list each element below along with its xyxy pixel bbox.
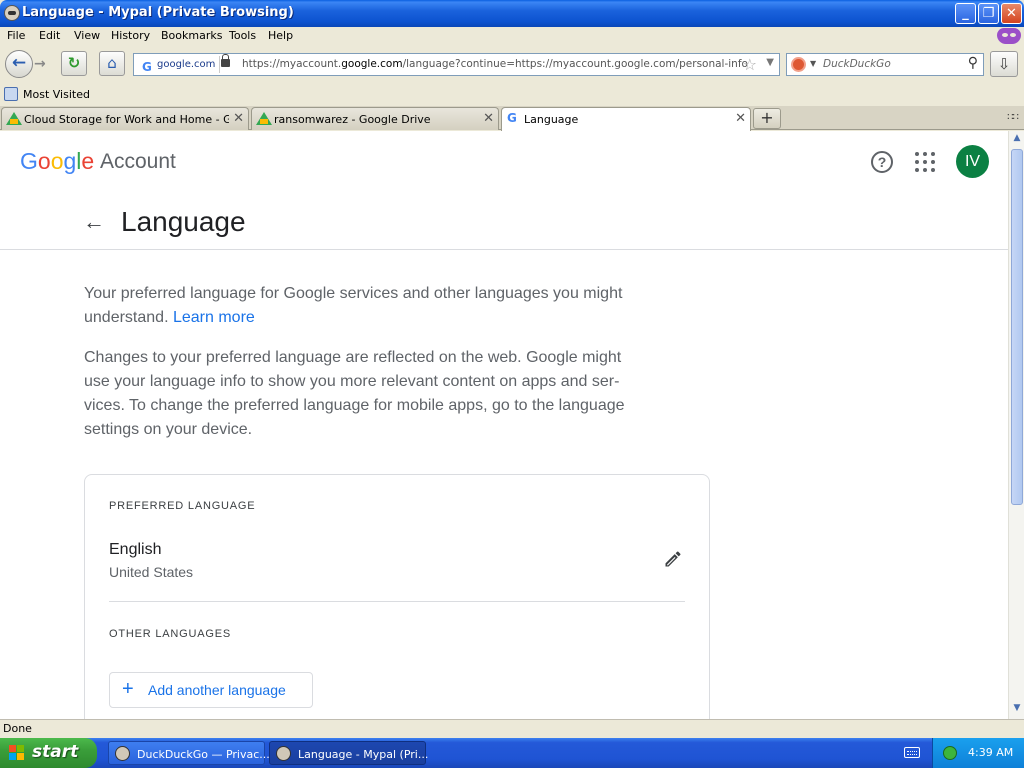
close-button[interactable]: ✕ [1001,3,1022,24]
edit-pencil-icon[interactable] [663,549,683,569]
mypal-app-icon [115,746,130,761]
search-placeholder: DuckDuckGo [823,58,891,70]
address-bar[interactable]: G google.com https://myaccount.google.co… [133,53,780,76]
language-card: PREFERRED LANGUAGE English United States… [84,474,710,719]
intro-paragraph: Your preferred language for Google servi… [84,285,623,326]
page-title: Language [121,206,246,237]
back-arrow-icon[interactable]: ← [83,209,105,235]
keyboard-icon[interactable] [904,747,920,758]
scroll-down-arrow-icon[interactable]: ▼ [1011,703,1023,715]
tab-cloud-storage[interactable]: Cloud Storage for Work and Home - Goo...… [1,107,249,130]
taskbar-item-language[interactable]: Language - Mypal (Pri... [269,741,428,765]
site-identity-label: google.com [157,59,216,70]
tab-label: Cloud Storage for Work and Home - Goo... [24,113,229,126]
info-paragraph: Changes to your preferred language are r… [84,349,625,438]
vertical-scrollbar[interactable]: ▲ ▼ [1008,131,1024,719]
account-wordmark: Account [100,150,176,173]
duckduckgo-engine-icon[interactable] [791,57,806,72]
most-visited-icon [4,87,18,101]
bookmarks-toolbar: Most Visited [0,85,1024,105]
search-bar[interactable]: ▼ DuckDuckGo ⚲ [786,53,984,76]
tab-list-icon[interactable]: ∷∷ [1007,112,1019,123]
preferred-language-name: English [109,541,162,558]
avatar[interactable]: IV [956,145,989,178]
menu-file[interactable]: File [7,29,25,42]
bookmark-star-icon[interactable]: ☆ [743,55,757,74]
card-divider [109,601,685,602]
preferred-language-region: United States [109,564,194,580]
other-languages-heading: OTHER LANGUAGES [109,628,232,640]
site-identity-button[interactable]: G google.com [137,56,221,74]
menu-bookmarks[interactable]: Bookmarks [161,29,222,42]
page-content: Google Account ? IV ← Language Your pref… [0,131,1008,719]
maximize-button[interactable]: ❐ [978,3,999,24]
navigation-toolbar: ← → ↻ ⌂ G google.com https://myaccount.g… [0,46,1024,82]
menu-edit[interactable]: Edit [39,29,60,42]
tab-language[interactable]: G Language ✕ [501,107,751,131]
menu-help[interactable]: Help [268,29,293,42]
menu-bar: File Edit View History Bookmarks Tools H… [0,27,1024,46]
windows-flag-icon [9,745,25,761]
mypal-app-icon [4,5,20,21]
plus-icon: + [122,678,134,700]
google-drive-icon [6,112,22,125]
google-favicon-icon: G [142,60,152,74]
window-title: Language - Mypal (Private Browsing) [22,5,294,20]
google-logo[interactable]: Google [20,148,94,175]
tab-ransomwarez-drive[interactable]: ransomwarez - Google Drive ✕ [251,107,499,130]
engine-dropdown-icon[interactable]: ▼ [810,59,816,68]
tab-close-icon[interactable]: ✕ [233,111,244,126]
scrollbar-thumb[interactable] [1011,149,1023,505]
lock-icon [221,54,230,67]
tab-close-icon[interactable]: ✕ [483,111,494,126]
downloads-button[interactable]: ⇩ [990,51,1018,77]
system-tray: 4:39 AM [932,738,1024,768]
search-icon[interactable]: ⚲ [968,55,978,71]
minimize-button[interactable]: _ [955,3,976,24]
url-text[interactable]: https://myaccount.google.com/language?co… [242,58,748,70]
home-button[interactable]: ⌂ [99,51,125,76]
window-titlebar[interactable]: Language - Mypal (Private Browsing) _ ❐ … [0,0,1024,27]
header-divider [0,249,1008,250]
preferred-language-heading: PREFERRED LANGUAGE [109,500,256,512]
tab-close-icon[interactable]: ✕ [735,111,746,126]
network-tray-icon[interactable] [943,746,957,760]
learn-more-link[interactable]: Learn more [173,309,255,326]
tab-strip: Cloud Storage for Work and Home - Goo...… [0,106,1024,131]
url-history-dropdown-icon[interactable]: ▼ [766,57,774,68]
private-browsing-mask-icon [997,28,1021,44]
tab-label: Language [524,113,579,126]
forward-button[interactable]: → [34,56,46,72]
reload-button[interactable]: ↻ [61,51,87,76]
bookmark-most-visited[interactable]: Most Visited [23,88,90,101]
add-language-label: Add another language [148,682,286,698]
windows-taskbar: start DuckDuckGo — Privac... Language - … [0,738,1024,768]
google-drive-icon [256,112,272,125]
status-bar: Done [0,719,1024,738]
menu-tools[interactable]: Tools [229,29,256,42]
mypal-app-icon [276,746,291,761]
start-button[interactable]: start [0,738,97,768]
taskbar-item-duckduckgo[interactable]: DuckDuckGo — Privac... [108,741,270,765]
status-text: Done [3,722,32,735]
scroll-up-arrow-icon[interactable]: ▲ [1011,133,1023,145]
clock[interactable]: 4:39 AM [968,746,1013,759]
google-apps-icon[interactable] [915,152,935,172]
menu-view[interactable]: View [74,29,100,42]
tab-label: ransomwarez - Google Drive [274,113,431,126]
google-favicon-icon: G [507,111,517,125]
help-icon[interactable]: ? [871,151,893,173]
back-button[interactable]: ← [5,50,33,78]
menu-history[interactable]: History [111,29,150,42]
add-another-language-button[interactable]: + Add another language [109,672,313,708]
new-tab-button[interactable]: + [753,108,781,129]
